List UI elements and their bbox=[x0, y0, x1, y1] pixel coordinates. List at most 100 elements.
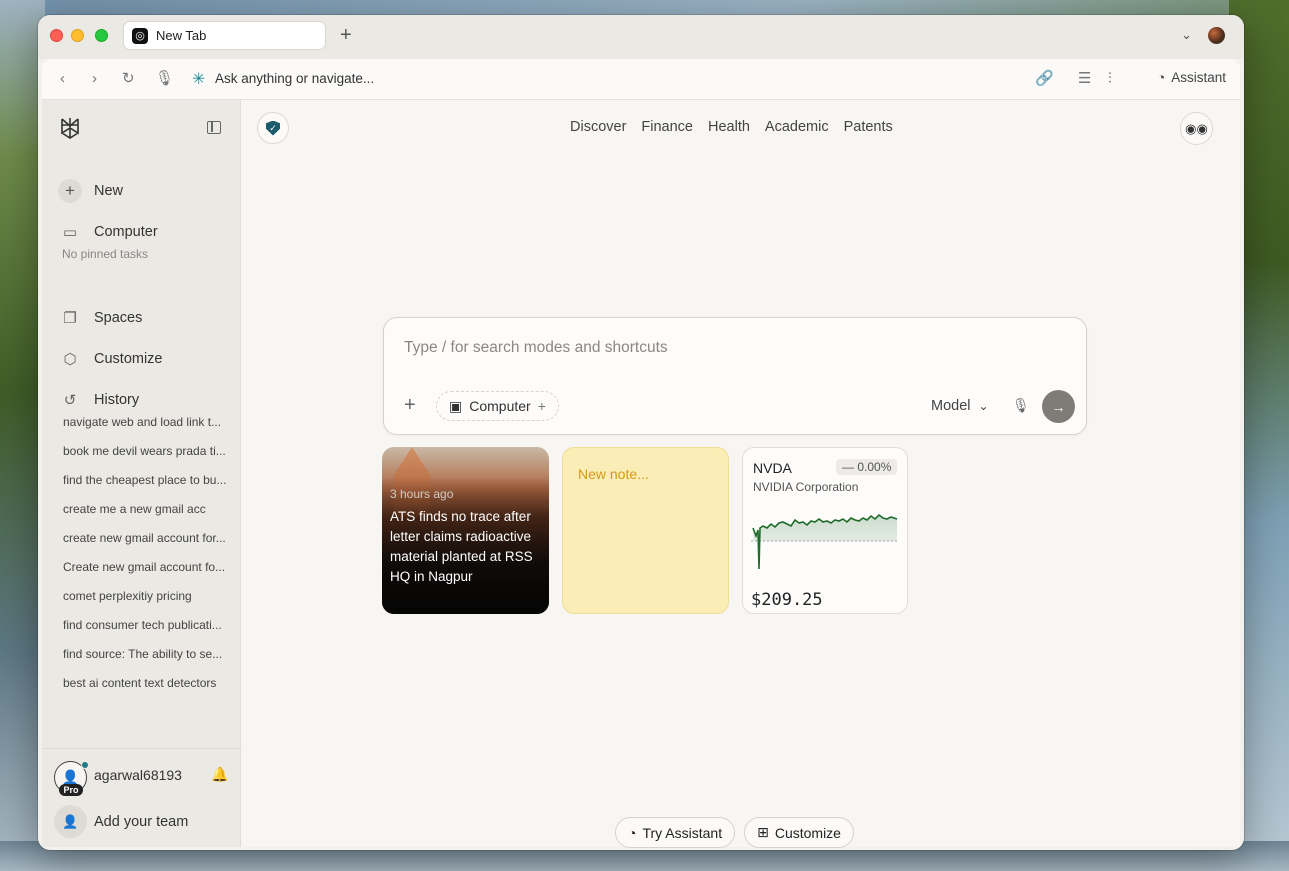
new-tab-button[interactable]: + bbox=[340, 25, 352, 45]
pro-badge: Pro bbox=[59, 784, 83, 796]
news-time: 3 hours ago bbox=[390, 487, 454, 501]
stock-sparkline bbox=[751, 513, 898, 570]
computer-mode-pill[interactable]: ▣ Computer + bbox=[436, 391, 559, 421]
note-input[interactable]: New note... bbox=[578, 466, 649, 482]
sidebar-item-label: Spaces bbox=[94, 310, 143, 326]
tab-title: New Tab bbox=[156, 28, 207, 43]
customize-button[interactable]: ⊞ Customize bbox=[744, 817, 854, 848]
sidebar-footer: 👤 Pro agarwal68193 🔔 👤 Add your team bbox=[42, 748, 241, 847]
privacy-shield-button[interactable]: ✓ bbox=[257, 112, 289, 144]
history-list: navigate web and load link t... book me … bbox=[63, 414, 235, 704]
close-window-button[interactable] bbox=[50, 29, 63, 42]
sidebar-item-label: Customize bbox=[94, 351, 163, 367]
tab-list-chevron-down-icon[interactable]: ⌄ bbox=[1181, 27, 1192, 43]
news-card[interactable]: 3 hours ago ATS finds no trace after let… bbox=[382, 447, 549, 614]
incognito-icon[interactable]: ◉◉ bbox=[1180, 112, 1213, 145]
history-item[interactable]: create new gmail account for... bbox=[63, 530, 235, 559]
sidebar-item-computer[interactable]: ▭ Computer bbox=[58, 220, 158, 244]
microphone-icon[interactable]: 🎙 bbox=[1012, 397, 1030, 414]
stock-price: $209.25 bbox=[751, 590, 823, 610]
history-item[interactable]: create me a new gmail acc bbox=[63, 501, 235, 530]
profile-avatar[interactable] bbox=[1208, 27, 1225, 44]
microphone-icon[interactable]: 🎙 bbox=[155, 70, 174, 88]
reader-mode-icon[interactable]: ☰ bbox=[1078, 70, 1091, 88]
arrow-right-icon: → bbox=[1051, 398, 1066, 415]
try-assistant-label: Try Assistant bbox=[642, 824, 723, 841]
address-toolbar: ‹ › ↻ 🎙 ✳ Ask anything or navigate... 🔗 … bbox=[42, 59, 1240, 100]
reload-icon[interactable]: ↻ bbox=[122, 70, 135, 88]
assistant-button[interactable]: ◔ Assistant bbox=[1157, 70, 1226, 85]
dash-icon: — bbox=[842, 460, 854, 474]
link-icon[interactable]: 🔗 bbox=[1035, 70, 1054, 88]
history-icon: ↺ bbox=[63, 392, 77, 409]
add-team-button[interactable]: Add your team bbox=[94, 814, 188, 830]
nav-finance[interactable]: Finance bbox=[641, 119, 693, 135]
add-user-icon[interactable]: 👤 bbox=[54, 805, 87, 838]
stock-card[interactable]: NVDA — 0.00% NVIDIA Corporation $209.25 bbox=[742, 447, 908, 614]
perplexity-favicon-icon: ◎ bbox=[132, 27, 148, 44]
history-item[interactable]: find the cheapest place to bu... bbox=[63, 472, 235, 501]
browser-window: ◎ New Tab + ⌄ ‹ › ↻ 🎙 ✳ Ask anything or … bbox=[38, 15, 1244, 850]
assistant-icon: ◔ bbox=[1157, 70, 1166, 85]
stock-company: NVIDIA Corporation bbox=[753, 480, 859, 494]
search-input[interactable]: Type / for search modes and shortcuts bbox=[404, 339, 668, 357]
tab-new-tab[interactable]: ◎ New Tab bbox=[123, 21, 326, 50]
maximize-window-button[interactable] bbox=[95, 29, 108, 42]
sidebar-item-label: Computer bbox=[94, 224, 158, 240]
hexagon-settings-icon: ⬡ bbox=[63, 351, 77, 368]
sidebar-item-new[interactable]: + New bbox=[58, 179, 123, 203]
spaces-icon: ❐ bbox=[63, 310, 77, 327]
assistant-icon: ◔ bbox=[628, 824, 637, 841]
sidebar-item-customize[interactable]: ⬡ Customize bbox=[58, 347, 163, 371]
plus-icon: + bbox=[58, 179, 82, 203]
plus-icon: + bbox=[537, 398, 546, 414]
perplexity-logo-icon[interactable] bbox=[58, 116, 82, 146]
toggle-sidebar-icon[interactable] bbox=[207, 121, 221, 134]
shield-check-icon: ✓ bbox=[266, 120, 280, 136]
computer-icon: ▭ bbox=[62, 224, 78, 241]
model-label: Model bbox=[931, 398, 971, 414]
stock-change: 0.00% bbox=[857, 460, 892, 474]
history-item[interactable]: find source: The ability to se... bbox=[63, 646, 235, 675]
tab-bar: ◎ New Tab + ⌄ bbox=[38, 15, 1244, 59]
history-item[interactable]: navigate web and load link t... bbox=[63, 414, 235, 443]
try-assistant-button[interactable]: ◔ Try Assistant bbox=[615, 817, 736, 848]
send-button[interactable]: → bbox=[1042, 390, 1075, 423]
perplexity-logo-icon: ✳ bbox=[192, 71, 206, 88]
username[interactable]: agarwal68193 bbox=[94, 767, 182, 783]
history-item[interactable]: comet perplexitiy pricing bbox=[63, 588, 235, 617]
news-headline: ATS finds no trace after letter claims r… bbox=[390, 509, 533, 584]
minimize-window-button[interactable] bbox=[71, 29, 84, 42]
sidebar-item-label: History bbox=[94, 392, 140, 408]
nav-academic[interactable]: Academic bbox=[765, 119, 829, 135]
search-box[interactable]: Type / for search modes and shortcuts + … bbox=[383, 317, 1087, 435]
attach-plus-icon[interactable]: + bbox=[404, 395, 416, 415]
main-content: ✓ Discover Finance Health Academic Paten… bbox=[241, 100, 1240, 848]
nav-patents[interactable]: Patents bbox=[844, 119, 893, 135]
sidebar-item-spaces[interactable]: ❐ Spaces bbox=[58, 306, 142, 330]
assistant-label: Assistant bbox=[1171, 70, 1226, 85]
model-selector[interactable]: Model ⌄ bbox=[931, 398, 989, 414]
nav-discover[interactable]: Discover bbox=[570, 119, 626, 135]
computer-icon: ▣ bbox=[449, 397, 463, 414]
bottom-actions: ◔ Try Assistant ⊞ Customize bbox=[615, 817, 854, 848]
history-item[interactable]: book me devil wears prada ti... bbox=[63, 443, 235, 472]
note-card[interactable]: New note... bbox=[562, 447, 729, 614]
sidebar-item-history[interactable]: ↺ History bbox=[58, 388, 139, 412]
history-item[interactable]: best ai content text detectors bbox=[63, 675, 235, 704]
notifications-bell-icon[interactable]: 🔔 bbox=[211, 766, 228, 783]
history-item[interactable]: find consumer tech publicati... bbox=[63, 617, 235, 646]
forward-icon[interactable]: › bbox=[92, 70, 97, 88]
top-navigation: Discover Finance Health Academic Patents bbox=[570, 119, 893, 135]
sidebar-item-label: New bbox=[94, 183, 124, 199]
chevron-down-icon: ⌄ bbox=[978, 399, 989, 413]
grid-icon: ⊞ bbox=[757, 824, 769, 840]
no-pinned-tasks-text: No pinned tasks bbox=[62, 247, 149, 261]
audio-waveform-icon[interactable]: ⫶ bbox=[1108, 70, 1112, 88]
online-status-dot bbox=[81, 761, 89, 769]
address-input[interactable]: Ask anything or navigate... bbox=[215, 71, 374, 86]
back-icon[interactable]: ‹ bbox=[60, 70, 65, 88]
customize-label: Customize bbox=[774, 824, 841, 841]
history-item[interactable]: Create new gmail account fo... bbox=[63, 559, 235, 588]
nav-health[interactable]: Health bbox=[708, 119, 750, 135]
